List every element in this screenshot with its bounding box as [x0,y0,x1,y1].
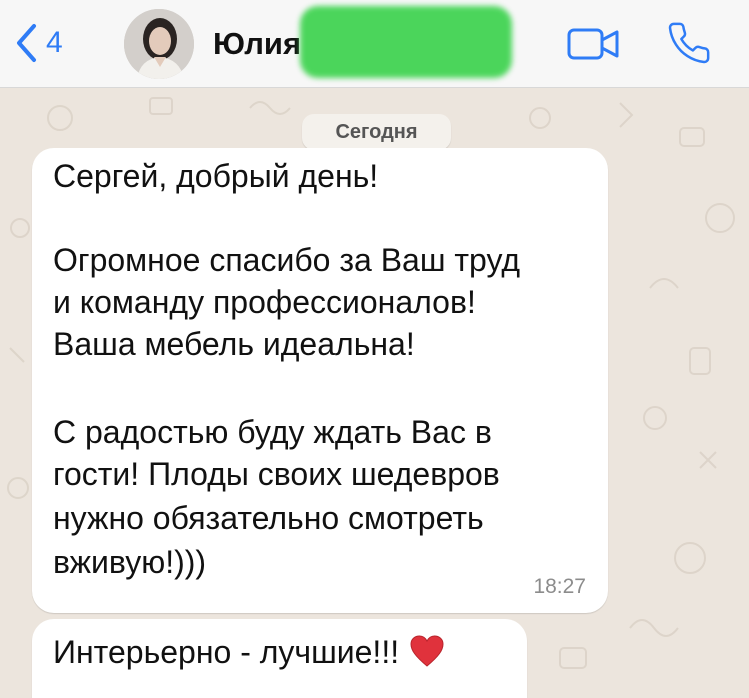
video-call-button[interactable] [566,24,622,69]
message-line: гости! Плоды своих шедевров [53,456,500,492]
message-text: Интерьерно - лучшие!!! [53,634,400,670]
chat-area[interactable]: Сегодня Сергей, добрый день! Огромное сп… [0,88,749,698]
video-camera-icon [567,28,619,60]
message-line: Интерьерно - лучшие!!! [53,632,445,677]
message-line: С радостью буду ждать Вас в [53,414,492,450]
message-line: вживую!))) [53,544,207,580]
unread-count: 4 [46,26,63,59]
avatar-photo [124,9,194,79]
incoming-message[interactable]: Интерьерно - лучшие!!! [32,619,527,698]
message-line: и команду профессионалов! [53,284,476,320]
message-timestamp: 18:27 [533,575,586,598]
message-line: Сергей, добрый день! [53,158,379,194]
red-heart-icon [409,634,445,677]
message-line: Огромное спасибо за Ваш труд [53,242,521,278]
date-separator: Сегодня [302,114,451,150]
contact-name[interactable]: Юлия [213,26,301,62]
redaction-overlay [300,6,512,78]
voice-call-button[interactable] [666,20,712,71]
back-button[interactable]: 4 [14,20,63,66]
phone-icon [668,22,710,64]
contact-avatar[interactable] [124,9,194,79]
incoming-message[interactable]: Сергей, добрый день! Огромное спасибо за… [32,148,608,613]
chat-header: 4 Юлия [0,0,749,88]
message-line: Ваша мебель идеальна! [53,326,415,362]
message-line: нужно обязательно смотреть [53,500,484,536]
chevron-left-icon [17,24,36,62]
